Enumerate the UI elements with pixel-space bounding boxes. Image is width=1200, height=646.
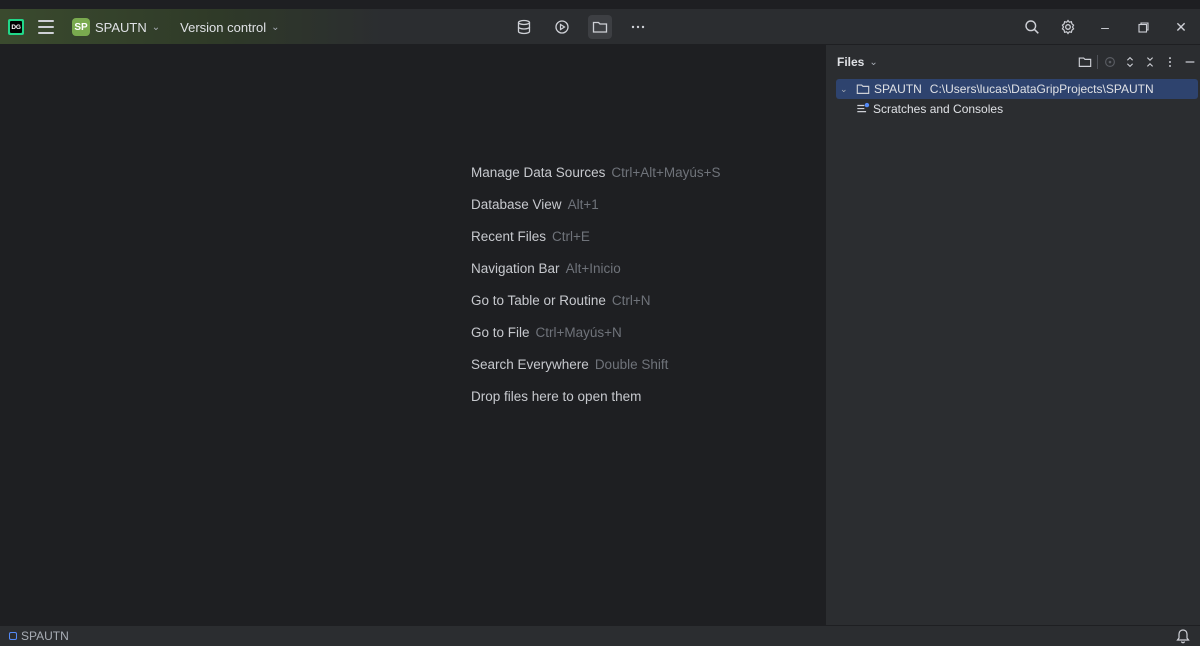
hint-label: Recent Files — [471, 228, 547, 244]
search-icon[interactable] — [1014, 15, 1050, 39]
tree-item-scratches[interactable]: Scratches and Consoles — [826, 99, 1200, 119]
toolbar-center — [512, 9, 650, 45]
hint-navigation-bar: Navigation Bar Alt+Inicio — [471, 252, 721, 284]
version-control-label: Version control — [180, 19, 267, 35]
hint-shortcut: Ctrl+N — [611, 292, 651, 308]
chevron-down-icon: ⌄ — [151, 21, 161, 33]
hint-recent-files: Recent Files Ctrl+E — [471, 220, 721, 252]
tree-item-name: Scratches and Consoles — [873, 102, 1004, 116]
status-project-name: SPAUTN — [21, 629, 69, 643]
hint-label: Go to Table or Routine — [471, 292, 606, 308]
tree-item-path: C:\Users\lucas\DataGripProjects\SPAUTN — [929, 82, 1154, 96]
hint-shortcut: Alt+Inicio — [565, 260, 621, 276]
close-icon[interactable]: ✕ — [1162, 9, 1200, 45]
title-bar-right: – ✕ — [1014, 9, 1200, 45]
tree-item-project-root[interactable]: ⌄ SPAUTN C:\Users\lucas\DataGripProjects… — [836, 79, 1198, 99]
new-folder-icon[interactable] — [1075, 52, 1095, 72]
folder-icon[interactable] — [588, 15, 612, 39]
hint-shortcut: Ctrl+E — [552, 228, 590, 244]
hint-label: Manage Data Sources — [471, 164, 606, 180]
title-bar: DG SP SPAUTN ⌄ Version control ⌄ – ✕ — [0, 9, 1200, 45]
files-panel-toolbar — [1075, 45, 1200, 79]
restore-icon[interactable] — [1124, 9, 1162, 45]
hint-shortcut: Ctrl+Mayús+N — [535, 324, 622, 340]
hint-label: Database View — [471, 196, 562, 212]
hint-go-to-file: Go to File Ctrl+Mayús+N — [471, 316, 721, 348]
hide-panel-icon[interactable] — [1180, 52, 1200, 72]
chevron-down-icon: ⌄ — [271, 21, 280, 33]
more-icon[interactable] — [626, 15, 650, 39]
editor-area[interactable]: Manage Data Sources Ctrl+Alt+Mayús+S Dat… — [8, 45, 825, 625]
hint-label: Drop files here to open them — [471, 388, 642, 404]
collapse-all-icon[interactable] — [1140, 52, 1160, 72]
version-control-menu[interactable]: Version control ⌄ — [180, 20, 279, 35]
project-icon — [9, 632, 17, 640]
expand-all-icon[interactable] — [1120, 52, 1140, 72]
minimize-icon[interactable]: – — [1086, 9, 1124, 45]
project-name: SPAUTN — [95, 19, 147, 35]
hint-shortcut: Alt+1 — [567, 196, 599, 212]
status-project-breadcrumb[interactable]: SPAUTN — [9, 629, 69, 643]
project-switcher[interactable]: SP SPAUTN ⌄ — [72, 18, 160, 36]
hint-drop-files: Drop files here to open them — [471, 380, 721, 412]
files-tool-window: Files ⌄ ⌄ SPAUTN C:\Users\lucas\DataGrip… — [825, 45, 1200, 625]
chevron-down-icon[interactable]: ⌄ — [869, 57, 877, 68]
empty-editor-hints: Manage Data Sources Ctrl+Alt+Mayús+S Dat… — [471, 156, 721, 412]
hint-manage-data-sources: Manage Data Sources Ctrl+Alt+Mayús+S — [471, 156, 721, 188]
status-bar: SPAUTN — [0, 625, 1200, 646]
hint-go-to-table: Go to Table or Routine Ctrl+N — [471, 284, 721, 316]
main-menu-icon[interactable] — [38, 20, 54, 34]
datagrip-logo-icon[interactable]: DG — [8, 19, 24, 35]
options-icon[interactable] — [1160, 52, 1180, 72]
hint-database-view: Database View Alt+1 — [471, 188, 721, 220]
database-icon[interactable] — [512, 15, 536, 39]
run-icon[interactable] — [550, 15, 574, 39]
files-panel-title[interactable]: Files — [837, 55, 864, 69]
files-panel-header: Files ⌄ — [826, 45, 1200, 79]
folder-icon — [856, 84, 870, 94]
hint-search-everywhere: Search Everywhere Double Shift — [471, 348, 721, 380]
app-logo-text: DG — [11, 23, 21, 31]
scratches-icon — [857, 102, 870, 113]
locate-icon[interactable] — [1100, 52, 1120, 72]
hint-label: Navigation Bar — [471, 260, 560, 276]
hint-shortcut: Ctrl+Alt+Mayús+S — [611, 164, 721, 180]
hint-shortcut: Double Shift — [594, 356, 669, 372]
notifications-bell-icon[interactable] — [1176, 628, 1190, 646]
tree-item-name: SPAUTN — [874, 82, 922, 96]
hint-label: Search Everywhere — [471, 356, 589, 372]
chevron-down-icon[interactable]: ⌄ — [840, 84, 854, 95]
project-badge: SP — [72, 18, 90, 36]
settings-icon[interactable] — [1050, 15, 1086, 39]
toolbar-divider — [1097, 55, 1098, 69]
title-bar-left: DG SP SPAUTN ⌄ Version control ⌄ — [8, 9, 280, 45]
hint-label: Go to File — [471, 324, 530, 340]
